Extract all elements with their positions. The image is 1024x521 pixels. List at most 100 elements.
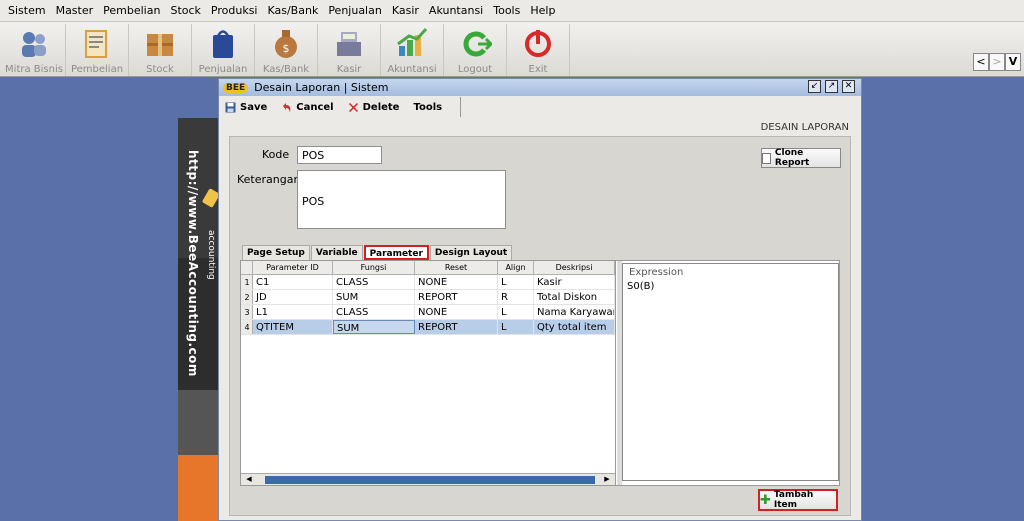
- sales-icon: [213, 30, 233, 58]
- nav-next-button[interactable]: >: [989, 53, 1005, 71]
- horizontal-scrollbar[interactable]: ◀ ▶: [241, 473, 615, 485]
- tab-variable[interactable]: Variable: [310, 245, 363, 260]
- header-parameter-id[interactable]: Parameter ID: [253, 261, 333, 274]
- cell-align[interactable]: L: [498, 305, 534, 319]
- kode-input[interactable]: POS: [297, 146, 382, 164]
- cell-deskripsi[interactable]: Qty total item: [534, 320, 615, 334]
- row-number[interactable]: 1: [241, 275, 253, 289]
- toolbar-exit-button[interactable]: Exit: [507, 24, 570, 76]
- tools-button[interactable]: Tools: [413, 102, 442, 113]
- row-number[interactable]: 4: [241, 320, 253, 334]
- toolbar-mitra-bisnis-button[interactable]: Mitra Bisnis: [3, 24, 66, 76]
- header-fungsi[interactable]: Fungsi: [333, 261, 415, 274]
- main-toolbar: Mitra Bisnis Pembelian Stock Penjualan $ Kas/…: [0, 22, 1024, 77]
- toolbar-kasir-button[interactable]: Kasir: [318, 24, 381, 76]
- cell-fungsi[interactable]: CLASS: [333, 305, 415, 319]
- toolbar-logout-button[interactable]: Logout: [444, 24, 507, 76]
- menu-pembelian[interactable]: Pembelian: [98, 0, 165, 22]
- cell-fungsi[interactable]: SUM: [333, 290, 415, 304]
- delete-button[interactable]: Delete: [348, 101, 400, 113]
- clone-report-button[interactable]: Clone Report: [761, 148, 841, 168]
- cell-fungsi[interactable]: CLASS: [333, 275, 415, 289]
- maximize-button[interactable]: ↗: [825, 80, 838, 93]
- menu-stock[interactable]: Stock: [165, 0, 205, 22]
- form-panel: Kode POS Keterangan POS Clone Report Pag…: [229, 136, 851, 516]
- table-row[interactable]: 3 L1 CLASS NONE L Nama Karyawan: [241, 305, 615, 320]
- cell-fungsi[interactable]: SUM: [333, 320, 415, 334]
- partners-icon: [22, 32, 46, 57]
- toolbar-label: Penjualan: [198, 64, 248, 75]
- toolbar-label: Logout: [457, 64, 493, 75]
- nav-menu-button[interactable]: V: [1005, 53, 1021, 71]
- expression-panel[interactable]: Expression S0(B): [622, 263, 839, 481]
- minimize-button[interactable]: ↙: [808, 80, 821, 93]
- scroll-right-icon[interactable]: ▶: [601, 474, 613, 485]
- close-button[interactable]: ✕: [842, 80, 855, 93]
- cashier-icon: [337, 32, 361, 56]
- menu-kasbank[interactable]: Kas/Bank: [262, 0, 323, 22]
- cell-align[interactable]: L: [498, 275, 534, 289]
- tab-page-setup[interactable]: Page Setup: [242, 245, 310, 260]
- menu-bar: Sistem Master Pembelian Stock Produksi Kas/Ba…: [0, 0, 1024, 22]
- toolbar-label: Kasir: [336, 64, 362, 75]
- scroll-thumb[interactable]: [265, 476, 595, 484]
- plus-icon: ✚: [760, 492, 771, 508]
- menu-tools[interactable]: Tools: [488, 0, 525, 22]
- cell-align[interactable]: L: [498, 320, 534, 334]
- undo-icon: [283, 102, 291, 112]
- toolbar-stock-button[interactable]: Stock: [129, 24, 192, 76]
- table-row[interactable]: 1 C1 CLASS NONE L Kasir: [241, 275, 615, 290]
- window-titlebar[interactable]: BEE Desain Laporan | Sistem ↙ ↗ ✕: [219, 79, 861, 96]
- toolbar-label: Stock: [146, 64, 174, 75]
- menu-sistem[interactable]: Sistem: [3, 0, 51, 22]
- toolbar-label: Pembelian: [70, 64, 124, 75]
- tab-parameter[interactable]: Parameter: [363, 245, 429, 260]
- clone-report-label: Clone Report: [774, 148, 810, 168]
- toolbar-penjualan-button[interactable]: Penjualan: [192, 24, 255, 76]
- nav-prev-button[interactable]: <: [973, 53, 989, 71]
- save-button[interactable]: Save: [225, 102, 267, 113]
- menu-akuntansi[interactable]: Akuntansi: [424, 0, 488, 22]
- cell-parameter-id[interactable]: C1: [253, 275, 333, 289]
- toolbar-akuntansi-button[interactable]: Akuntansi: [381, 24, 444, 76]
- cell-align[interactable]: R: [498, 290, 534, 304]
- cell-deskripsi[interactable]: Nama Karyawan: [534, 305, 615, 319]
- menu-kasir[interactable]: Kasir: [387, 0, 424, 22]
- header-reset[interactable]: Reset: [415, 261, 498, 274]
- cell-reset[interactable]: REPORT: [415, 320, 498, 334]
- cell-parameter-id[interactable]: QTITEM: [253, 320, 333, 334]
- row-number[interactable]: 2: [241, 290, 253, 304]
- keterangan-textarea[interactable]: POS: [297, 170, 506, 229]
- menu-help[interactable]: Help: [525, 0, 560, 22]
- money-bag-icon: $: [275, 30, 297, 58]
- toolbar-kas-bank-button[interactable]: $ Kas/Bank: [255, 24, 318, 76]
- cell-parameter-id[interactable]: JD: [253, 290, 333, 304]
- menu-penjualan[interactable]: Penjualan: [323, 0, 387, 22]
- tambah-item-label: Tambah Item: [773, 490, 814, 510]
- row-number[interactable]: 3: [241, 305, 253, 319]
- menu-master[interactable]: Master: [51, 0, 99, 22]
- cell-reset[interactable]: NONE: [415, 305, 498, 319]
- table-row[interactable]: 2 JD SUM REPORT R Total Diskon: [241, 290, 615, 305]
- scroll-left-icon[interactable]: ◀: [243, 474, 255, 485]
- parameter-grid: Parameter ID Fungsi Reset Align Deskrips…: [241, 261, 616, 485]
- cell-deskripsi[interactable]: Kasir: [534, 275, 615, 289]
- delete-label: Delete: [362, 101, 400, 113]
- tools-label: Tools: [413, 101, 443, 113]
- svg-text:$: $: [283, 42, 290, 55]
- cell-parameter-id[interactable]: L1: [253, 305, 333, 319]
- cell-reset[interactable]: NONE: [415, 275, 498, 289]
- header-align[interactable]: Align: [498, 261, 534, 274]
- tambah-item-button[interactable]: ✚ Tambah Item: [758, 489, 838, 511]
- table-row[interactable]: 4 QTITEM SUM REPORT L Qty total item: [241, 320, 615, 335]
- menu-produksi[interactable]: Produksi: [206, 0, 263, 22]
- expression-value[interactable]: S0(B): [623, 281, 838, 292]
- cancel-button[interactable]: Cancel: [281, 101, 334, 113]
- cell-reset[interactable]: REPORT: [415, 290, 498, 304]
- header-deskripsi[interactable]: Deskripsi: [534, 261, 615, 274]
- report-design-window: BEE Desain Laporan | Sistem ↙ ↗ ✕ Save C…: [218, 78, 862, 521]
- cancel-label: Cancel: [296, 101, 334, 113]
- toolbar-pembelian-button[interactable]: Pembelian: [66, 24, 129, 76]
- tab-design-layout[interactable]: Design Layout: [429, 245, 513, 260]
- cell-deskripsi[interactable]: Total Diskon: [534, 290, 615, 304]
